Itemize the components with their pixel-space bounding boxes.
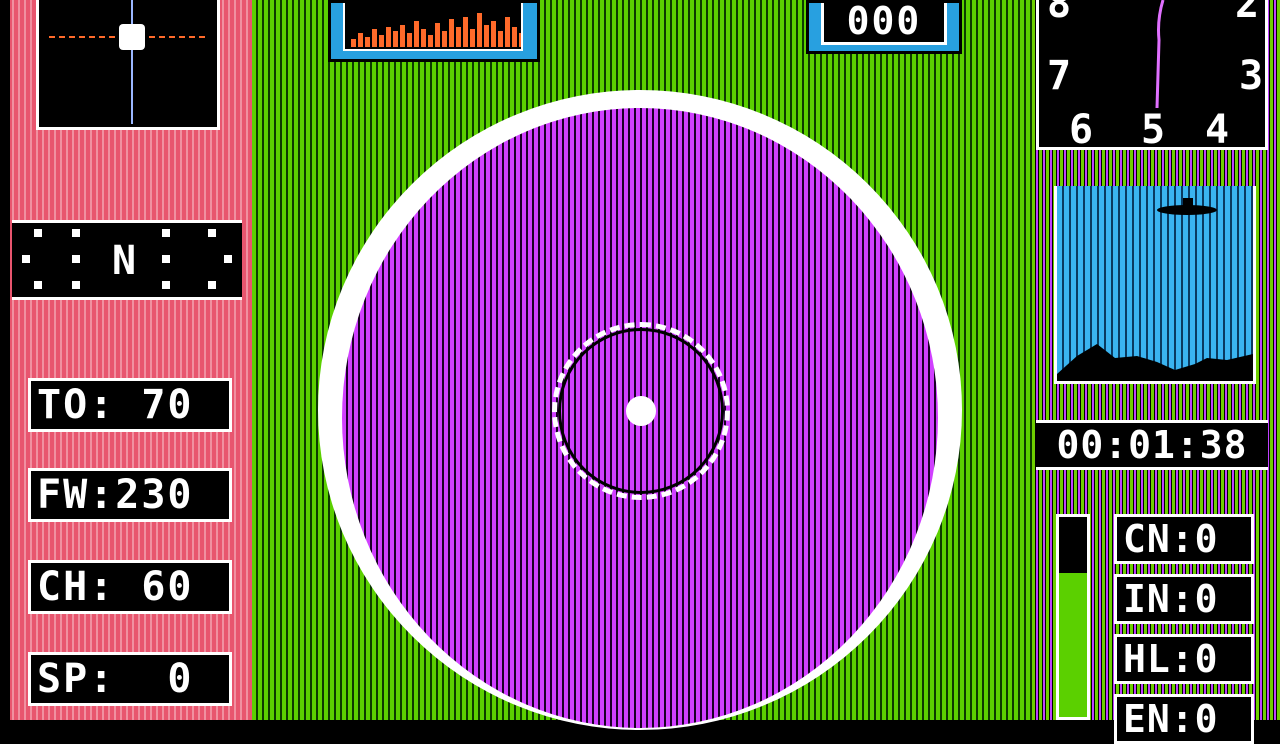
graph-bar (365, 37, 370, 47)
compass-tick (224, 255, 232, 263)
clock-hand-icon (1155, 0, 1165, 109)
fuel-gauge (1056, 514, 1090, 720)
graph-bar (470, 29, 475, 47)
graph-bar (519, 33, 521, 47)
compass-tick (22, 255, 30, 263)
aircraft-icon (1157, 205, 1217, 215)
mission-timer: 00:01:38 (1036, 420, 1268, 470)
fuel-gauge-fill (1059, 573, 1087, 717)
crosshair-dot-icon (626, 396, 656, 426)
en-status: EN:0 (1114, 694, 1254, 744)
ch-readout: CH: 60 (28, 560, 232, 614)
to-readout: TO: 70 (28, 378, 232, 432)
graph-bar (421, 29, 426, 47)
graph-bar (505, 17, 510, 47)
fw-readout: FW:230 (28, 468, 232, 522)
compass-tick (162, 255, 170, 263)
score-counter: 000 (806, 0, 962, 54)
graph-bar (372, 29, 377, 47)
graph-bar (449, 19, 454, 47)
score-counter-value: 000 (821, 2, 947, 45)
aircraft-marker-icon (119, 24, 145, 50)
compass-tick (34, 229, 42, 237)
signal-graph (328, 0, 540, 62)
graph-bar (491, 21, 496, 47)
graph-bar (414, 21, 419, 47)
sp-readout: SP: 0 (28, 652, 232, 706)
graph-bar (477, 13, 482, 47)
graph-bar (358, 33, 363, 47)
attitude-indicator (36, 0, 220, 130)
graph-bar (407, 33, 412, 47)
heading-compass: N (12, 220, 242, 300)
cn-status: CN:0 (1114, 514, 1254, 564)
terrain-radar (1054, 186, 1256, 384)
compass-tick (162, 229, 170, 237)
left-edge (0, 0, 10, 720)
graph-bar (386, 27, 391, 47)
graph-bar (351, 39, 356, 47)
graph-bar (463, 17, 468, 47)
graph-bar (428, 35, 433, 47)
graph-bar (512, 27, 517, 47)
compass-tick (162, 281, 170, 289)
signal-graph-display (343, 3, 523, 51)
vertical-reference-line (131, 0, 133, 124)
compass-tick (72, 229, 80, 237)
compass-tick (34, 281, 42, 289)
graph-bar (498, 31, 503, 47)
graph-bar (484, 25, 489, 47)
compass-tick (208, 229, 216, 237)
radar-terrain (1057, 198, 1253, 381)
compass-tick (208, 281, 216, 289)
compass-tick (72, 255, 80, 263)
graph-bar (456, 27, 461, 47)
graph-bar (393, 31, 398, 47)
graph-bar (442, 31, 447, 47)
hl-status: HL:0 (1114, 634, 1254, 684)
in-status: IN:0 (1114, 574, 1254, 624)
heading-letter: N (112, 238, 137, 284)
graph-bar (435, 23, 440, 47)
clock-dial: 8 2 7 3 6 5 4 (1036, 0, 1268, 150)
graph-bar (400, 25, 405, 47)
graph-bar (379, 35, 384, 47)
compass-tick (72, 281, 80, 289)
